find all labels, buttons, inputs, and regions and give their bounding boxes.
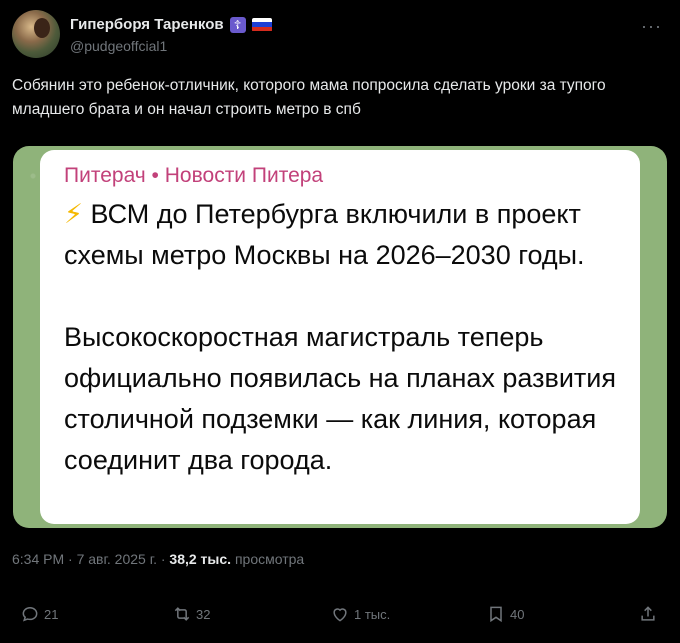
repost-button[interactable]: 32 xyxy=(172,604,210,624)
cross-badge-icon: ☦ xyxy=(229,16,246,33)
bookmark-icon xyxy=(490,606,502,623)
channel-name: Питерач • Новости Питера xyxy=(64,164,324,187)
repost-icon xyxy=(174,607,190,621)
like-button[interactable]: 1 тыс. xyxy=(330,604,390,624)
tweet-header: Гиперборя Таренков ☦ @pudgeoffcial1 ··· xyxy=(12,10,668,60)
message-paragraph-2: Высокоскоростная магистраль теперь офици… xyxy=(64,322,616,475)
message-bubble: Питерач • Новости Питера ⚡ ВСМ до Петерб… xyxy=(40,150,640,524)
timestamp[interactable]: 6:34 PM · 7 авг. 2025 г. · xyxy=(12,551,169,567)
lightning-icon: ⚡ xyxy=(64,199,83,229)
author-handle[interactable]: @pudgeoffcial1 xyxy=(70,38,167,54)
reply-button[interactable]: 21 xyxy=(20,604,58,624)
views-count: 38,2 тыс. xyxy=(169,551,232,567)
author-name[interactable]: Гиперборя Таренков xyxy=(70,16,224,33)
heart-icon xyxy=(333,608,347,622)
avatar[interactable] xyxy=(12,10,60,58)
action-bar: 21 32 1 тыс. 40 xyxy=(12,604,668,634)
like-count: 1 тыс. xyxy=(354,606,391,622)
russian-flag-icon xyxy=(251,17,272,32)
author-row: Гиперборя Таренков ☦ xyxy=(70,16,272,33)
tweet-meta: 6:34 PM · 7 авг. 2025 г. · 38,2 тыс. про… xyxy=(12,551,304,567)
share-button[interactable] xyxy=(638,604,658,624)
tweet-image[interactable]: Питерач • Новости Питера ⚡ ВСМ до Петерб… xyxy=(13,146,667,528)
bookmark-button[interactable]: 40 xyxy=(486,604,524,624)
reply-count: 21 xyxy=(44,606,59,622)
bookmark-count: 40 xyxy=(510,606,525,622)
message-paragraph-1: ⚡ ВСМ до Петербурга включили в проект сх… xyxy=(64,199,585,270)
tweet-text: Собянин это ребенок-отличник, которого м… xyxy=(12,77,606,118)
views-label: просмотра xyxy=(231,551,305,567)
repost-count: 32 xyxy=(196,606,211,622)
share-icon xyxy=(641,606,655,621)
message-text: ⚡ ВСМ до Петербурга включили в проект сх… xyxy=(64,194,624,481)
reply-icon xyxy=(22,606,38,622)
more-options-icon[interactable]: ··· xyxy=(641,16,662,37)
